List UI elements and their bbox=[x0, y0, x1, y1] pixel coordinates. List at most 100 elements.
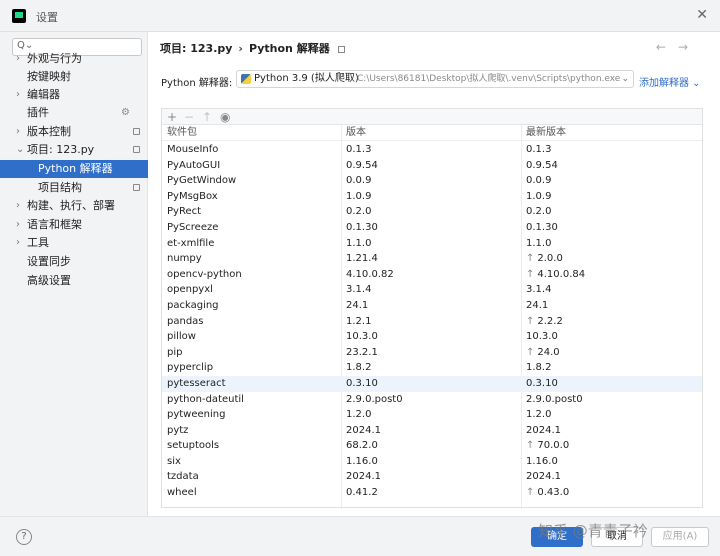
table-row[interactable]: pyperclip 1.8.2 1.8.2 bbox=[162, 360, 702, 376]
expand-arrow-icon[interactable]: › bbox=[16, 50, 20, 68]
sidebar-item[interactable]: › 工具 bbox=[0, 234, 148, 252]
eye-icon[interactable]: ◉ bbox=[220, 109, 230, 125]
package-version: 23.2.1 bbox=[346, 346, 378, 358]
python-icon bbox=[241, 74, 251, 84]
watermark: 知乎 @青青子衿 bbox=[538, 522, 648, 540]
table-row[interactable]: opencv-python 4.10.0.82 ↑ 4.10.0.84 bbox=[162, 267, 702, 283]
package-version: 2024.1 bbox=[346, 424, 381, 436]
table-row[interactable]: PyAutoGUI 0.9.54 0.9.54 bbox=[162, 158, 702, 174]
add-package-icon[interactable]: + bbox=[167, 109, 177, 125]
breadcrumb-project[interactable]: 项目: 123.py bbox=[160, 42, 232, 55]
package-version: 1.2.0 bbox=[346, 409, 372, 421]
table-row[interactable]: numpy 1.21.4 ↑ 2.0.0 bbox=[162, 251, 702, 267]
header-latest[interactable]: 最新版本 bbox=[526, 125, 566, 141]
upgrade-arrow-icon: ↑ bbox=[526, 315, 535, 327]
table-row[interactable]: MouseInfo 0.1.3 0.1.3 bbox=[162, 142, 702, 158]
forward-arrow-icon[interactable]: → bbox=[678, 40, 700, 54]
main-panel: 项目: 123.py › Python 解释器 ←→ Python 解释器: Pyt… bbox=[148, 32, 720, 516]
table-row[interactable]: pytweening 1.2.0 1.2.0 bbox=[162, 407, 702, 423]
expand-arrow-icon[interactable]: › bbox=[16, 123, 20, 141]
sidebar-item[interactable]: 设置同步 bbox=[0, 253, 148, 271]
settings-sidebar: Q⌄ › 外观与行为 按键映射 › 编辑器 插件 ⚙ › 版本控制 ⌄ 项目: 123.py Pyth… bbox=[0, 32, 148, 516]
table-row[interactable]: wheel 0.41.2 ↑ 0.43.0 bbox=[162, 485, 702, 501]
table-row[interactable]: openpyxl 3.1.4 3.1.4 bbox=[162, 282, 702, 298]
package-name: setuptools bbox=[167, 440, 220, 452]
sidebar-item[interactable]: 按键映射 bbox=[0, 68, 148, 86]
package-name: PyGetWindow bbox=[167, 175, 237, 187]
package-version: 68.2.0 bbox=[346, 440, 378, 452]
upgrade-arrow-icon: ↑ bbox=[526, 487, 535, 499]
sidebar-item[interactable]: ⌄ 项目: 123.py bbox=[0, 141, 148, 159]
expand-arrow-icon[interactable]: › bbox=[16, 216, 20, 234]
sidebar-item[interactable]: › 构建、执行、部署 bbox=[0, 197, 148, 215]
expand-arrow-icon[interactable]: › bbox=[16, 197, 20, 215]
table-row[interactable]: PyScreeze 0.1.30 0.1.30 bbox=[162, 220, 702, 236]
table-row[interactable]: tzdata 2024.1 2024.1 bbox=[162, 469, 702, 485]
table-body: MouseInfo 0.1.3 0.1.3 PyAutoGUI 0.9.54 0.9.54… bbox=[162, 142, 702, 501]
table-row[interactable]: pytesseract 0.3.10 0.3.10 bbox=[162, 375, 702, 392]
remove-package-icon[interactable]: − bbox=[184, 109, 194, 125]
package-version: 0.1.3 bbox=[346, 144, 372, 155]
table-row[interactable]: six 1.16.0 1.16.0 bbox=[162, 454, 702, 470]
expand-arrow-icon[interactable]: › bbox=[16, 234, 20, 252]
package-latest-version: 0.1.3 bbox=[526, 142, 551, 158]
table-row[interactable]: pandas 1.2.1 ↑ 2.2.2 bbox=[162, 314, 702, 330]
table-row[interactable]: packaging 24.1 24.1 bbox=[162, 298, 702, 314]
sidebar-item[interactable]: › 外观与行为 bbox=[0, 50, 148, 68]
table-row[interactable]: PyGetWindow 0.0.9 0.0.9 bbox=[162, 173, 702, 189]
package-latest-version: 10.3.0 bbox=[526, 329, 558, 345]
sidebar-item[interactable]: › 语言和框架 bbox=[0, 216, 148, 234]
pycharm-icon bbox=[12, 9, 26, 23]
expand-arrow-icon[interactable]: › bbox=[16, 86, 20, 104]
package-name: PyMsgBox bbox=[167, 190, 218, 202]
latest-version-text: 2.0.0 bbox=[537, 253, 563, 265]
upgrade-package-icon[interactable]: ↑ bbox=[202, 109, 212, 125]
project-scope-icon bbox=[133, 128, 140, 135]
sidebar-item[interactable]: 项目结构 bbox=[0, 179, 148, 197]
package-latest-version: 3.1.4 bbox=[526, 282, 551, 298]
history-arrows: ←→ bbox=[656, 40, 700, 54]
package-name: six bbox=[167, 455, 181, 467]
sidebar-item[interactable]: 高级设置 bbox=[0, 272, 148, 290]
header-package[interactable]: 软件包 bbox=[167, 125, 197, 141]
table-row[interactable]: PyRect 0.2.0 0.2.0 bbox=[162, 204, 702, 220]
back-arrow-icon[interactable]: ← bbox=[656, 40, 678, 54]
table-row[interactable]: pip 23.2.1 ↑ 24.0 bbox=[162, 345, 702, 361]
table-row[interactable]: pillow 10.3.0 10.3.0 bbox=[162, 329, 702, 345]
sidebar-item[interactable]: Python 解释器 bbox=[0, 160, 148, 178]
sidebar-item-label: 项目结构 bbox=[38, 181, 82, 194]
sidebar-item-label: Python 解释器 bbox=[38, 162, 113, 175]
table-row[interactable]: et-xmlfile 1.1.0 1.1.0 bbox=[162, 236, 702, 252]
latest-version-text: 0.0.9 bbox=[526, 175, 552, 187]
add-interpreter-link[interactable]: 添加解释器 ⌄ bbox=[639, 74, 701, 89]
table-row[interactable]: PyMsgBox 1.0.9 1.0.9 bbox=[162, 189, 702, 205]
package-latest-version: 0.1.30 bbox=[526, 220, 558, 236]
package-latest-version: 2024.1 bbox=[526, 423, 561, 439]
interpreter-name: Python 3.9 (拟人爬取) bbox=[254, 73, 359, 84]
latest-version-text: 1.2.0 bbox=[526, 409, 552, 421]
table-row[interactable]: python-dateutil 2.9.0.post0 2.9.0.post0 bbox=[162, 392, 702, 408]
apply-button[interactable]: 应用(A) bbox=[651, 527, 709, 547]
package-name: tzdata bbox=[167, 471, 199, 483]
latest-version-text: 1.0.9 bbox=[526, 190, 552, 202]
latest-version-text: 2024.1 bbox=[526, 424, 561, 436]
table-header: 软件包 版本 最新版本 bbox=[162, 125, 702, 141]
project-scope-icon bbox=[133, 146, 140, 153]
latest-version-text: 1.1.0 bbox=[526, 237, 552, 249]
package-version: 0.2.0 bbox=[346, 206, 372, 218]
breadcrumb-separator: › bbox=[238, 42, 243, 55]
table-row[interactable]: pytz 2024.1 2024.1 bbox=[162, 423, 702, 439]
close-icon[interactable]: ✕ bbox=[696, 7, 708, 23]
sidebar-item[interactable]: 插件 ⚙ bbox=[0, 104, 148, 122]
sidebar-item[interactable]: › 编辑器 bbox=[0, 86, 148, 104]
table-row[interactable]: setuptools 68.2.0 ↑ 70.0.0 bbox=[162, 438, 702, 454]
package-latest-version: ↑ 0.43.0 bbox=[526, 485, 569, 501]
package-version: 0.41.2 bbox=[346, 487, 378, 499]
package-version: 2024.1 bbox=[346, 471, 381, 483]
header-version[interactable]: 版本 bbox=[346, 125, 366, 141]
interpreter-select[interactable]: Python 3.9 (拟人爬取) C:\Users\86181\Desktop… bbox=[236, 70, 634, 88]
latest-version-text: 0.1.30 bbox=[526, 221, 558, 233]
sidebar-item[interactable]: › 版本控制 bbox=[0, 123, 148, 141]
expand-arrow-icon[interactable]: ⌄ bbox=[16, 141, 24, 159]
help-icon[interactable]: ? bbox=[16, 529, 32, 545]
